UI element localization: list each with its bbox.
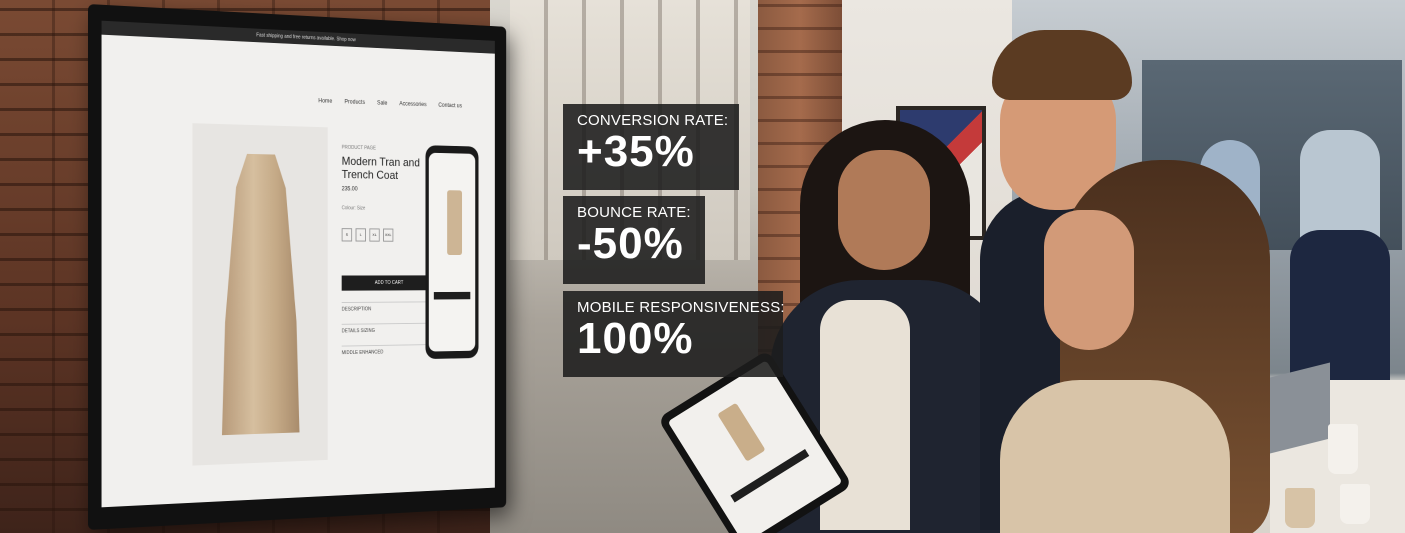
phone-cart-button (434, 292, 470, 300)
trench-coat-image (222, 153, 300, 435)
stat-conversion-rate: CONVERSION RATE: +35% (563, 104, 739, 190)
accordion-item: MIDDLE ENHANCED (342, 344, 436, 356)
woman-left-face (838, 150, 930, 270)
nav-item: Products (345, 99, 366, 105)
product-image (192, 123, 327, 465)
accordion-item: DESCRIPTION (342, 301, 436, 312)
phone-screen (429, 153, 475, 352)
tablet-cart-button (730, 449, 809, 502)
stat-mobile-responsiveness: MOBILE RESPONSIVENESS: 100% (563, 291, 783, 377)
accordion-item: DETAILS SIZING (342, 323, 436, 335)
coffee-cup (1285, 488, 1315, 528)
stat-value: 100% (577, 316, 771, 362)
man-hair (992, 30, 1132, 100)
product-price: 235.00 (342, 186, 436, 193)
stat-value: -50% (577, 221, 693, 267)
add-to-cart-button: ADD TO CART (342, 275, 436, 290)
phone-coat-image (447, 190, 462, 255)
size-option: XL (369, 228, 379, 241)
wall-monitor: Fast shipping and free returns available… (88, 4, 506, 530)
site-nav: Home Products Sale Accessories Contact u… (318, 98, 462, 109)
nav-item: Accessories (399, 101, 426, 108)
product-title: Modern Tran and Trench Coat (342, 154, 436, 182)
coffee-cup (1340, 484, 1370, 524)
size-option: L (356, 228, 366, 241)
product-info: PRODUCT PAGE Modern Tran and Trench Coat… (342, 145, 436, 356)
size-option: XXL (383, 229, 393, 242)
background-person-desk (1290, 230, 1390, 390)
phone-mockup (425, 145, 478, 359)
monitor-screen: Fast shipping and free returns available… (102, 21, 495, 508)
photo-scene: Fast shipping and free returns available… (0, 0, 1405, 533)
tablet-coat-image (717, 403, 765, 462)
coffee-cup (1328, 424, 1358, 474)
nav-item: Sale (377, 101, 387, 107)
woman-right-blazer (1000, 380, 1230, 533)
announcement-bar: Fast shipping and free returns available… (102, 21, 495, 54)
stat-value: +35% (577, 129, 727, 175)
size-selector: S L XL XXL (342, 228, 436, 242)
laptop (1270, 363, 1330, 454)
breadcrumb: PRODUCT PAGE (342, 145, 436, 153)
stat-bounce-rate: BOUNCE RATE: -50% (563, 196, 705, 284)
nav-item: Home (318, 98, 332, 104)
size-label: Colour: Size (342, 205, 436, 212)
size-option: S (342, 228, 352, 241)
woman-right-face (1044, 210, 1134, 350)
nav-item: Contact us (438, 103, 462, 109)
